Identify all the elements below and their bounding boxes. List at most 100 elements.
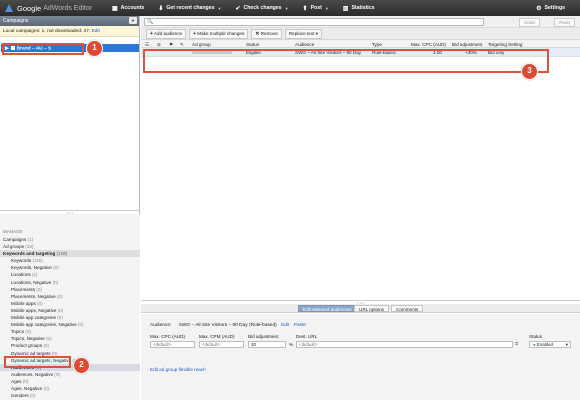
manage-item[interactable]: Placements (0) <box>0 286 140 293</box>
tab-edit-selected-audiences[interactable]: Edit selected audiences <box>298 305 357 312</box>
settings-label: Settings <box>544 5 565 11</box>
manage-item[interactable]: Ages (0) <box>0 378 140 385</box>
edit-audience-link[interactable]: Edit <box>281 323 289 328</box>
callout-badge-2: 2 <box>73 357 90 374</box>
select-all-icon[interactable]: ☰ <box>145 42 149 48</box>
statistics-icon: ▥ <box>342 5 349 12</box>
local-campaigns-text: Local campaigns: 1, not downloaded: 47. <box>3 29 91 34</box>
plus-icon: + <box>150 30 153 37</box>
callout-badge-3: 3 <box>521 63 538 80</box>
check-icon: ✔ <box>235 5 241 12</box>
paste-audience-link[interactable]: Paste <box>294 323 306 328</box>
edit-local-campaigns-link[interactable]: Edit <box>92 29 100 34</box>
manage-item[interactable]: Mobile apps, Negative (0) <box>0 307 140 314</box>
remove-label: Remove <box>260 30 278 36</box>
manage-item[interactable]: Audiences, Negative (0) <box>0 371 140 378</box>
manage-item-label: Locations, Negative <box>11 279 52 285</box>
replace-text-label: Replace text <box>288 30 315 36</box>
manage-item-count: (0) <box>56 293 63 299</box>
tab-url-options[interactable]: URL options <box>354 305 390 312</box>
campaigns-header-label: Campaigns <box>3 18 29 24</box>
manage-item-label: Audiences, Negative <box>11 371 54 377</box>
replace-text-button[interactable]: Replace text ▾ <box>284 28 322 39</box>
post-label: Post <box>310 5 322 11</box>
max-cpc-field[interactable]: <default> <box>150 341 195 348</box>
manage-item-label: Mobile app categories, Negative <box>11 322 77 328</box>
manage-item[interactable]: Locations (1) <box>0 271 140 278</box>
column-audience[interactable]: Audience <box>295 42 314 47</box>
settings-button[interactable]: ⚙ Settings <box>529 0 572 16</box>
manage-list: Campaigns (1) Ad groups (38) Keywords and … <box>0 236 140 399</box>
upload-icon: ⬆ <box>302 5 308 12</box>
local-campaigns-notice: Local campaigns: 1, not downloaded: 47. … <box>0 26 139 37</box>
manage-item-count: (0) <box>46 336 52 342</box>
manage-item-count: (0) <box>52 279 59 285</box>
column-type[interactable]: Type <box>372 42 382 47</box>
manage-item[interactable]: Mobile app categories, Negative (0) <box>0 321 140 328</box>
bid-adjustment-field[interactable]: 30 <box>248 341 286 348</box>
percent-sign: % <box>289 342 294 347</box>
manage-item[interactable]: Keywords, Negative (0) <box>0 264 140 271</box>
check-changes-label: Check changes <box>243 5 282 11</box>
undo-button[interactable]: Undo <box>519 18 540 27</box>
redo-label: Redo <box>559 20 570 25</box>
accounts-label: Accounts <box>120 5 145 11</box>
manage-item[interactable]: Mobile apps (0) <box>0 300 140 307</box>
search-input[interactable]: 🔍 <box>144 18 484 26</box>
chevron-down-icon: ▼ <box>284 5 289 11</box>
add-audience-button[interactable]: + Add audience <box>146 28 187 39</box>
callout-box-1 <box>2 43 84 55</box>
manage-item-count: (0) <box>77 322 84 328</box>
column-ad-group[interactable]: Ad group <box>192 42 211 47</box>
manage-item-label: Genders <box>11 393 29 399</box>
manage-item-count: (0) <box>57 307 64 313</box>
accounts-button[interactable]: ▦ Accounts <box>105 0 151 16</box>
manage-item-count: (0) <box>57 315 63 321</box>
column-bid-adjustment[interactable]: Bid adjustment <box>452 42 482 47</box>
tab-comments[interactable]: Comments <box>391 305 424 312</box>
edit-flexible-reach-link[interactable]: Edit ad group flexible reach <box>150 367 206 372</box>
bid-adjustment-label: Bid adjustment <box>248 334 279 339</box>
chevron-down-icon[interactable]: ▼ <box>129 17 137 24</box>
manage-item[interactable]: Genders (0) <box>0 392 140 399</box>
manage-item-count: (0) <box>29 393 36 399</box>
manage-item[interactable]: Topics (0) <box>0 328 140 335</box>
check-changes-button[interactable]: ✔ Check changes ▼ <box>228 0 295 16</box>
manage-item[interactable]: Mobile app categories (0) <box>0 314 140 321</box>
redo-button[interactable]: Redo <box>554 18 575 27</box>
manage-item[interactable]: Ages, Negative (0) <box>0 385 140 392</box>
manage-item-count: (0) <box>37 300 43 306</box>
dest-url-label: Dest. URL <box>296 334 318 339</box>
comment-column-icon: ✎ <box>180 41 184 47</box>
manage-item[interactable]: Ad groups (38) <box>0 243 140 250</box>
open-url-icon[interactable]: ⧉ <box>515 341 518 346</box>
manage-item[interactable]: Placements, Negative (0) <box>0 293 140 300</box>
enabled-dot-icon: ● <box>533 342 536 347</box>
add-audience-label: Add audience <box>153 30 183 36</box>
manage-item[interactable]: Topics, Negative (0) <box>0 335 140 342</box>
manage-item-label: Mobile app categories <box>11 315 56 321</box>
column-max-cpc[interactable]: Max. CPC (AUD) <box>411 42 446 47</box>
manage-item[interactable]: Product groups (0) <box>0 342 140 349</box>
manage-item[interactable]: Keywords (115) <box>0 257 140 264</box>
manage-item-count: (0) <box>54 371 61 377</box>
column-targeting-setting[interactable]: Targeting Setting <box>488 42 522 47</box>
manage-item[interactable]: Keywords and targeting (118) <box>0 250 140 258</box>
statistics-button[interactable]: ▥ Statistics <box>336 0 382 16</box>
chevron-down-icon: ▼ <box>324 5 329 11</box>
dest-url-field[interactable]: <default> <box>296 341 513 348</box>
post-button[interactable]: ⬆ Post ▼ <box>296 0 336 16</box>
make-multiple-changes-button[interactable]: + Make multiple changes <box>189 28 249 39</box>
max-cpm-field[interactable]: <default> <box>199 341 244 348</box>
manage-item-count: (1) <box>27 237 34 242</box>
get-recent-changes-button[interactable]: ⬇ Get recent changes ▼ <box>151 0 228 16</box>
callout-badge-1: 1 <box>86 40 103 57</box>
manage-item[interactable]: Locations, Negative (0) <box>0 279 140 286</box>
remove-button[interactable]: ✕ Remove <box>251 28 282 39</box>
manage-item-label: Mobile apps, Negative <box>11 307 57 313</box>
manage-item[interactable]: Campaigns (1) <box>0 236 140 243</box>
status-dropdown[interactable]: ● Enabled ▾ <box>529 341 571 348</box>
plus-icon: + <box>193 30 196 37</box>
manage-item-count: (0) <box>53 265 59 271</box>
column-status[interactable]: Status <box>246 42 259 47</box>
